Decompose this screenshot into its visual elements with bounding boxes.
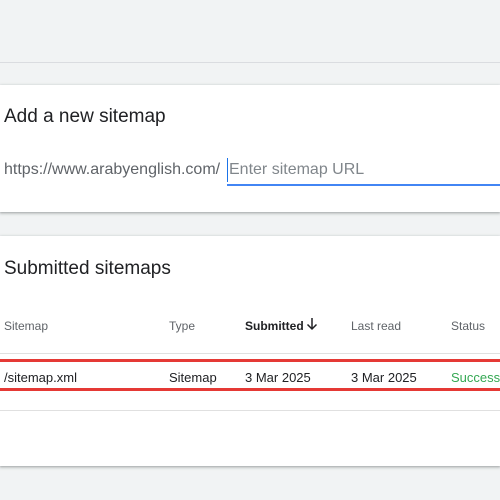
table-row-divider (0, 410, 500, 411)
sitemap-url-input[interactable] (227, 158, 500, 182)
row-sitemap-path[interactable]: /sitemap.xml (4, 370, 77, 385)
column-header-last-read[interactable]: Last read (351, 319, 401, 333)
row-submitted-date: 3 Mar 2025 (245, 370, 311, 385)
top-bar (0, 0, 500, 63)
column-header-sitemap[interactable]: Sitemap (4, 319, 48, 333)
column-header-status[interactable]: Status (451, 319, 485, 333)
sitemap-url-field (227, 158, 500, 186)
search-console-sitemaps-page: Add a new sitemap https://www.arabyengli… (0, 0, 500, 500)
status-badge: Success (451, 370, 500, 385)
submitted-sitemaps-title: Submitted sitemaps (4, 258, 171, 279)
row-last-read-date: 3 Mar 2025 (351, 370, 417, 385)
arrow-down-icon[interactable] (306, 316, 318, 332)
add-sitemap-title: Add a new sitemap (4, 106, 166, 127)
row-type: Sitemap (169, 370, 217, 385)
add-sitemap-card (0, 85, 500, 212)
column-header-submitted[interactable]: Submitted (245, 319, 304, 333)
table-header-divider (0, 353, 500, 354)
site-url-prefix: https://www.arabyenglish.com/ (4, 161, 221, 178)
column-header-type[interactable]: Type (169, 319, 195, 333)
